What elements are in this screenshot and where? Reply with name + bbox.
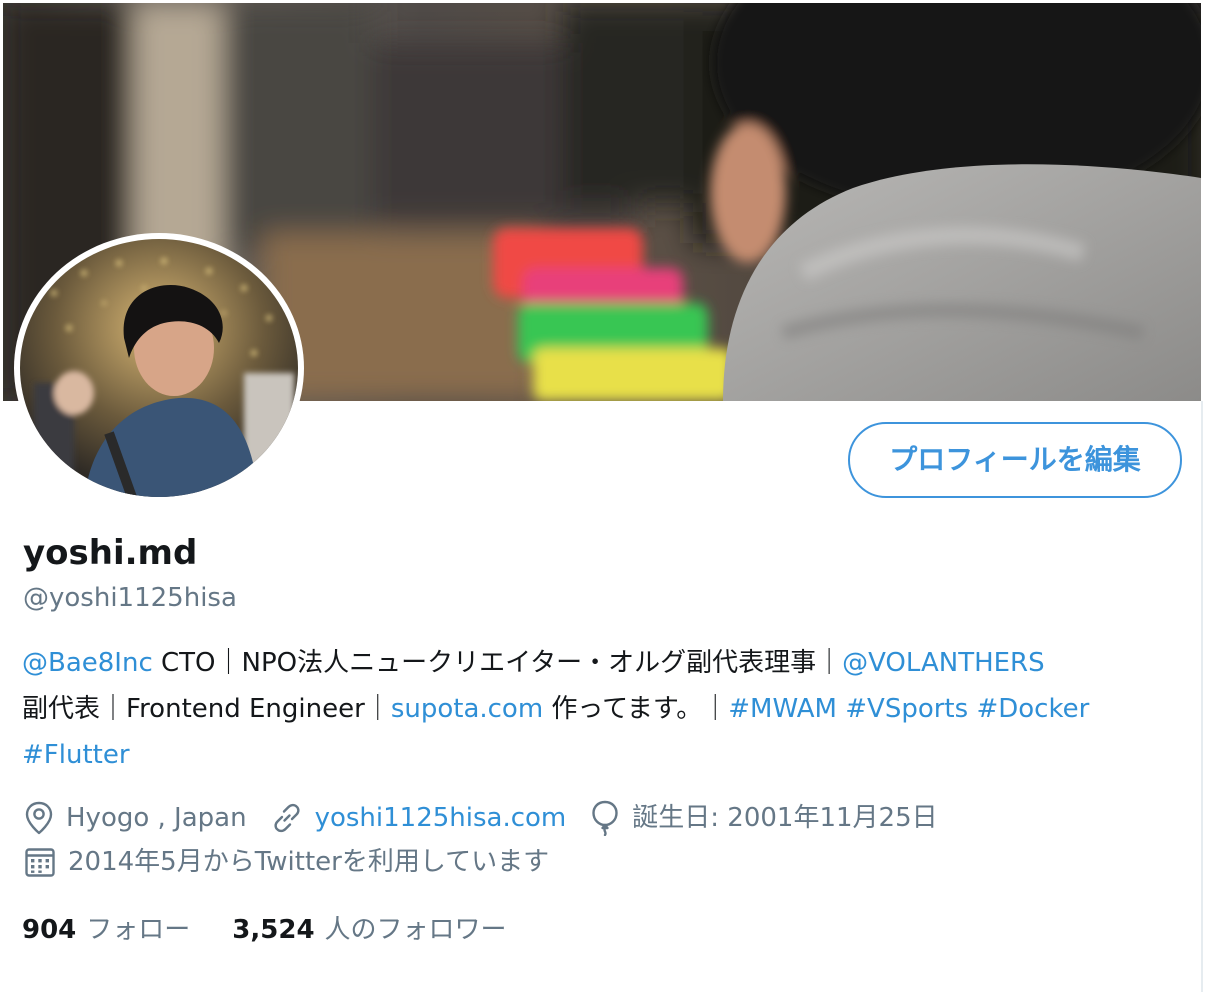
following-count: 904 — [22, 915, 77, 945]
user-handle: @yoshi1125hisa — [23, 583, 237, 613]
hashtag-docker[interactable]: #Docker — [976, 694, 1089, 724]
profile-meta-row-joined: 2014年5月からTwitterを利用しています — [24, 842, 573, 882]
profile-page: プロフィールを編集 yoshi.md @yoshi1125hisa @Bae8I… — [0, 0, 1206, 992]
followers-stat[interactable]: 3,524 人のフォロワー — [232, 910, 506, 950]
profile-meta-row: Hyogo , Japan yoshi1125hisa.com 誕生日: 200… — [24, 798, 962, 838]
following-label: フォロー — [86, 915, 191, 945]
website-link[interactable]: yoshi1125hisa.com — [315, 798, 567, 838]
followers-label: 人のフォロワー — [324, 915, 507, 945]
display-name: yoshi.md — [23, 533, 198, 573]
bio-mention-bae8inc[interactable]: @Bae8Inc — [22, 648, 153, 678]
joined-text: 2014年5月からTwitterを利用しています — [68, 847, 550, 877]
bio-line-1: @Bae8Inc CTO｜NPO法人ニュークリエイター・オルグ副代表理事｜@VO… — [22, 640, 1192, 686]
link-icon — [274, 803, 300, 833]
follow-stats: 904 フォロー 3,524 人のフォロワー — [22, 910, 507, 950]
bio-line-3: #Flutter — [22, 732, 1192, 778]
hashtag-flutter[interactable]: #Flutter — [22, 740, 130, 770]
avatar[interactable] — [14, 233, 304, 503]
birthday-text: 誕生日: 2001年11月25日 — [632, 803, 938, 833]
following-stat[interactable]: 904 フォロー — [22, 910, 190, 950]
edit-profile-button[interactable]: プロフィールを編集 — [848, 422, 1182, 498]
bio-text: 作ってます。｜ — [543, 694, 729, 724]
location-item: Hyogo , Japan — [24, 798, 247, 838]
profile-bio: @Bae8Inc CTO｜NPO法人ニュークリエイター・オルグ副代表理事｜@VO… — [22, 640, 1192, 778]
bio-line-2: 副代表｜Frontend Engineer｜supota.com 作ってます。｜… — [22, 686, 1192, 732]
bio-link-supota[interactable]: supota.com — [391, 694, 543, 724]
location-pin-icon — [25, 801, 53, 835]
joined-item: 2014年5月からTwitterを利用しています — [24, 842, 549, 882]
bio-text: CTO｜NPO法人ニュークリエイター・オルグ副代表理事｜ — [152, 648, 843, 678]
bio-mention-volanthers[interactable]: @VOLANTHERS — [842, 648, 1045, 678]
location-text: Hyogo , Japan — [66, 803, 247, 833]
calendar-icon — [25, 848, 55, 877]
hashtag-mwam[interactable]: #MWAM — [728, 694, 837, 724]
birthday-item: 誕生日: 2001年11月25日 — [590, 798, 938, 838]
right-border — [1201, 401, 1203, 992]
hashtag-vsports[interactable]: #VSports — [845, 694, 968, 724]
balloon-icon — [592, 800, 618, 836]
followers-count: 3,524 — [232, 915, 315, 945]
website-item: yoshi1125hisa.com — [271, 798, 567, 838]
bio-text: 副代表｜Frontend Engineer｜ — [22, 694, 391, 724]
